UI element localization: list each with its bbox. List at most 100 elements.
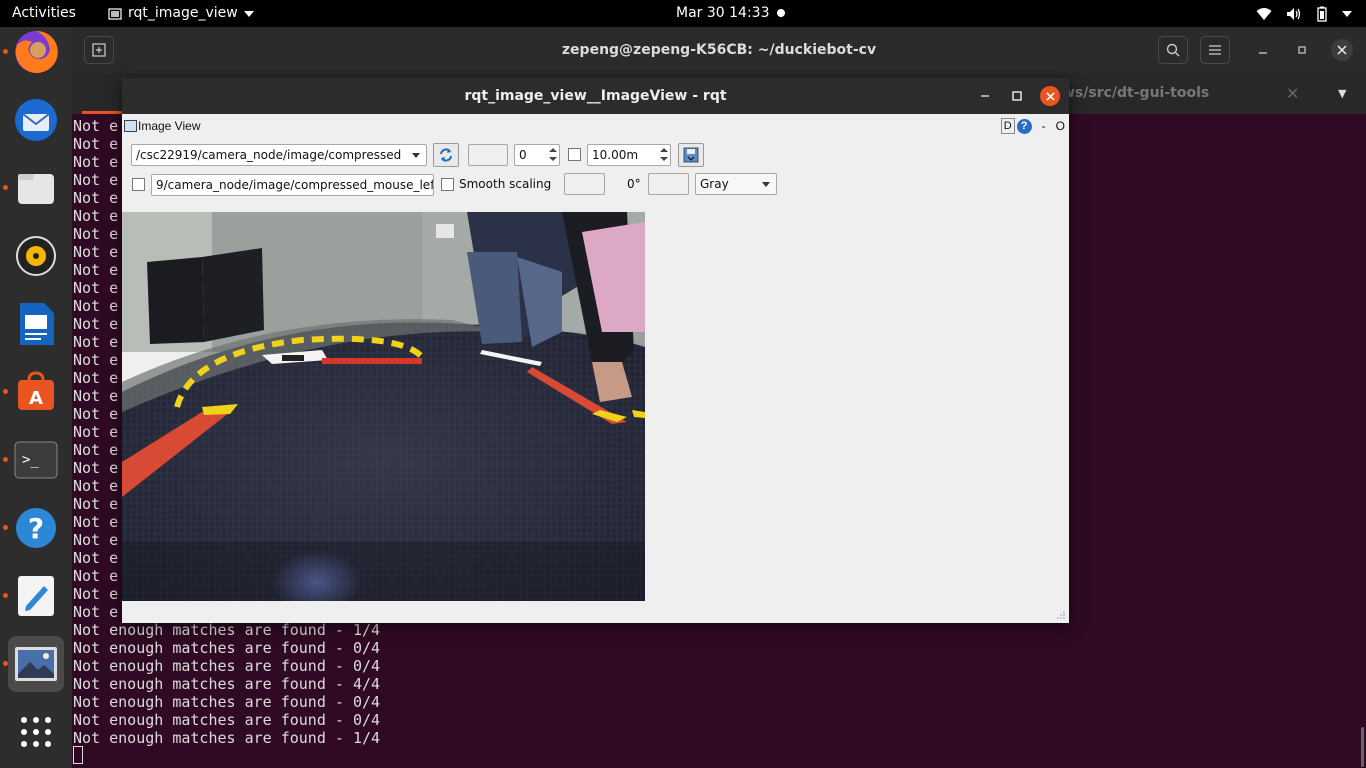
software-store-icon: A xyxy=(18,371,54,410)
chevron-down-icon xyxy=(243,10,254,17)
rqt-window[interactable]: rqt_image_view__ImageView - rqt Image Vi… xyxy=(122,78,1069,623)
terminal-cursor xyxy=(73,746,83,764)
mouse-topic-field[interactable]: 9/camera_node/image/compressed_mouse_lef… xyxy=(151,174,434,196)
dock-rhythmbox[interactable] xyxy=(8,228,64,284)
system-tray[interactable] xyxy=(1256,0,1352,27)
spin-box-value: 0 xyxy=(519,148,527,162)
tabs-menu-button[interactable]: ▼ xyxy=(1338,73,1346,114)
terminal-line: Not enough matches are found - 0/4 xyxy=(73,693,381,711)
active-tab-indicator xyxy=(82,111,122,114)
activities-button[interactable]: Activities xyxy=(12,0,76,27)
terminal-line: Not enough matches are found - 1/4 xyxy=(73,621,381,639)
plugin-controls: D ? - O xyxy=(1000,118,1065,134)
apps-grid-icon xyxy=(21,717,51,747)
rotate-left-button[interactable] xyxy=(564,173,605,195)
color-scheme-select[interactable]: Gray xyxy=(695,173,777,195)
rqt-titlebar[interactable]: rqt_image_view__ImageView - rqt xyxy=(122,78,1069,114)
terminal-line: Not enough matches are found - 0/4 xyxy=(73,711,381,729)
maximize-button[interactable] xyxy=(1291,39,1313,61)
rhythmbox-icon xyxy=(16,236,56,276)
battery-icon xyxy=(1317,6,1327,22)
chevron-down-icon xyxy=(1342,10,1352,17)
top-bar: Activities rqt_image_view Mar 30 14:33 xyxy=(0,0,1366,27)
close-button[interactable] xyxy=(1040,86,1060,106)
maximize-icon xyxy=(1298,46,1306,54)
plugin-close-button[interactable]: O xyxy=(1056,119,1065,133)
maximize-icon xyxy=(1012,91,1022,101)
dock-image-viewer[interactable] xyxy=(8,636,64,692)
spin-arrows[interactable] xyxy=(658,145,670,165)
app-menu[interactable]: rqt_image_view xyxy=(108,0,254,27)
dock-text-editor[interactable] xyxy=(8,568,64,624)
minimize-icon xyxy=(1259,52,1267,54)
duration-spin-box[interactable]: 10.00m xyxy=(587,144,671,166)
menu-button[interactable] xyxy=(1200,36,1230,64)
mouse-publish-checkbox[interactable] xyxy=(132,178,145,191)
firefox-icon xyxy=(15,30,58,73)
smooth-scaling-label: Smooth scaling xyxy=(459,177,552,191)
refresh-icon xyxy=(440,148,452,162)
plugin-minimize-button[interactable]: - xyxy=(1042,119,1046,133)
zoom-field[interactable] xyxy=(468,144,508,166)
document-icon xyxy=(20,303,54,345)
smooth-scaling-checkbox[interactable] xyxy=(441,178,454,191)
camera-image[interactable] xyxy=(122,212,645,601)
thunderbird-icon xyxy=(15,99,57,141)
dock-files[interactable] xyxy=(8,160,64,216)
terminal-line: Not enough matches are found - 1/4 xyxy=(73,729,381,747)
topic-select[interactable]: /csc22919/camera_node/image/compressed xyxy=(131,144,427,166)
terminal-line: Not enough matches are found - 0/4 xyxy=(73,639,381,657)
dock-writer[interactable] xyxy=(8,296,64,352)
help-icon[interactable]: ? xyxy=(1016,118,1032,134)
svg-text:>_: >_ xyxy=(22,452,39,468)
notification-dot xyxy=(777,9,785,17)
maximize-button[interactable] xyxy=(1006,85,1028,107)
dock-help[interactable]: ? xyxy=(8,500,64,556)
text-editor-icon xyxy=(18,576,54,616)
wifi-icon xyxy=(1256,7,1272,20)
dock-firefox[interactable] xyxy=(8,24,64,80)
minimize-button[interactable] xyxy=(974,85,996,107)
spin-box[interactable]: 0 xyxy=(514,144,560,166)
close-button[interactable] xyxy=(1331,39,1353,61)
resize-grip-icon[interactable] xyxy=(1056,610,1066,620)
plugin-title: Image View xyxy=(138,119,201,133)
terminal-headerbar: zepeng@zepeng-K56CB: ~/duckiebot-cv xyxy=(72,27,1366,73)
folder-icon xyxy=(18,174,54,204)
dock-thunderbird[interactable] xyxy=(8,92,64,148)
rqt-window-title: rqt_image_view__ImageView - rqt xyxy=(464,88,727,104)
minimize-button[interactable] xyxy=(1252,39,1274,61)
dock-terminal[interactable]: >_ xyxy=(8,432,64,488)
help-icon: ? xyxy=(16,508,56,548)
clock[interactable]: Mar 30 14:33 xyxy=(676,0,769,27)
chevron-down-icon xyxy=(762,182,770,187)
topic-select-value: /csc22919/camera_node/image/compressed xyxy=(136,148,402,162)
tab-dt-gui-tools[interactable]: ws/src/dt-gui-tools xyxy=(1062,73,1209,114)
close-icon xyxy=(1337,45,1347,55)
svg-text:A: A xyxy=(29,388,43,409)
plugin-header: Image View D ? - O xyxy=(122,116,1069,136)
dock-show-applications[interactable] xyxy=(8,704,64,760)
tab-close-icon[interactable]: ✕ xyxy=(1286,73,1299,114)
duration-value: 10.00m xyxy=(592,148,639,162)
rotation-label: 0° xyxy=(627,177,641,191)
volume-icon xyxy=(1287,7,1301,20)
app-menu-label: rqt_image_view xyxy=(128,5,238,21)
close-icon xyxy=(1045,91,1055,101)
dock: A >_ ? xyxy=(0,27,72,768)
search-button[interactable] xyxy=(1158,36,1188,64)
duration-checkbox[interactable] xyxy=(568,148,581,161)
refresh-topics-button[interactable] xyxy=(433,143,459,167)
save-image-button[interactable] xyxy=(678,143,704,167)
search-icon xyxy=(1166,43,1180,57)
save-icon xyxy=(683,147,699,163)
terminal-line: Not enough matches are found - 0/4 xyxy=(73,657,381,675)
dock-toggle-button[interactable]: D xyxy=(1000,118,1015,134)
rotate-right-button[interactable] xyxy=(648,173,689,195)
image-viewer-icon xyxy=(15,647,57,681)
spin-arrows[interactable] xyxy=(547,145,559,165)
dock-software[interactable]: A xyxy=(8,364,64,420)
camera-frame xyxy=(122,212,645,601)
terminal-icon: >_ xyxy=(14,441,58,479)
terminal-scrollbar[interactable] xyxy=(1361,727,1364,767)
